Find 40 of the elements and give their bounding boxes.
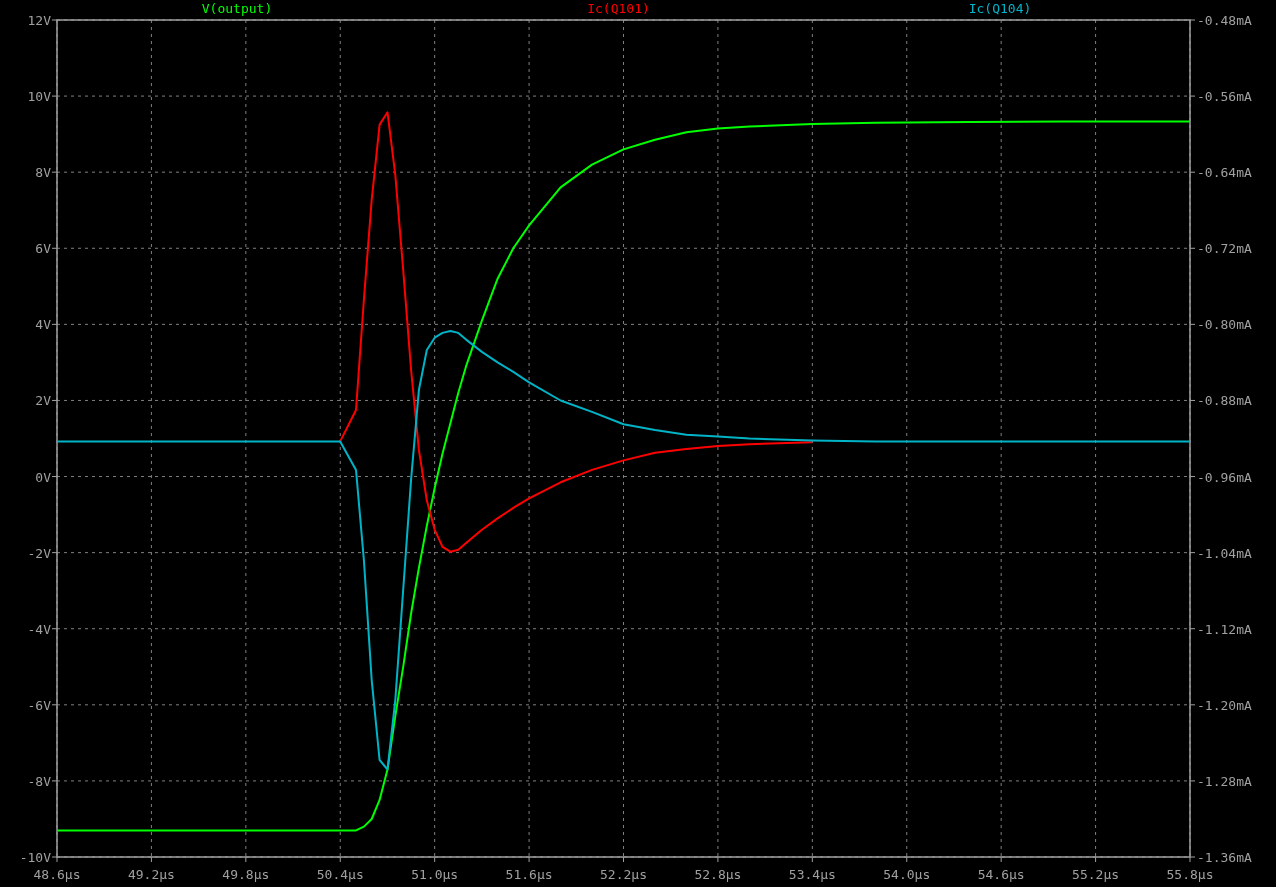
axis-tick-label: -0.64mA xyxy=(1197,165,1252,181)
axis-tick-label: -0.88mA xyxy=(1197,393,1252,409)
axis-tick-label: -6V xyxy=(27,697,51,713)
axis-tick-label: 54.0µs xyxy=(883,867,931,882)
axis-tick-label: -1.36mA xyxy=(1197,850,1252,865)
axis-tick-label: -0.56mA xyxy=(1197,89,1252,105)
axis-tick-label: 51.0µs xyxy=(411,867,459,882)
axis-tick-label: -1.12mA xyxy=(1197,621,1252,637)
axis-tick-label: 49.2µs xyxy=(127,867,175,882)
axis-tick-label: 10V xyxy=(27,89,51,105)
trace-label: Ic(Q104) xyxy=(968,1,1032,16)
axis-tick-label: 52.2µs xyxy=(600,867,647,882)
axis-tick-label: -8V xyxy=(27,773,51,789)
axis-tick-label: -10V xyxy=(19,850,51,865)
axis-tick-label: 6V xyxy=(35,241,51,257)
axis-tick-label: -1.04mA xyxy=(1197,545,1252,561)
trace-label: Ic(Q101) xyxy=(587,1,650,16)
axis-tick-label: 55.8µs xyxy=(1166,867,1214,882)
axis-tick-label: -0.48mA xyxy=(1197,13,1252,28)
axis-tick-label: 48.6µs xyxy=(33,867,81,882)
axis-tick-label: -0.96mA xyxy=(1197,469,1252,485)
axis-tick-label: 53.4µs xyxy=(788,867,836,882)
axis-tick-label: -0.80mA xyxy=(1197,317,1252,333)
axis-tick-label: 49.8µs xyxy=(222,867,270,882)
axis-tick-label: 0V xyxy=(35,469,51,485)
axis-tick-label: 55.2µs xyxy=(1072,867,1120,882)
axis-tick-label: 4V xyxy=(35,317,51,333)
axis-tick-label: 54.6µs xyxy=(977,867,1025,882)
axis-tick-label: 12V xyxy=(27,13,51,28)
axis-tick-label: -4V xyxy=(27,621,51,637)
trace-label: V(output) xyxy=(201,1,273,16)
axis-tick-label: 51.6µs xyxy=(505,867,553,882)
axis-tick-label: 52.8µs xyxy=(694,867,742,882)
axis-tick-label: 50.4µs xyxy=(316,867,364,882)
axis-tick-label: -2V xyxy=(27,545,51,561)
axis-tick-label: 2V xyxy=(35,393,51,409)
axis-tick-label: -0.72mA xyxy=(1197,241,1252,257)
axis-tick-label: -1.28mA xyxy=(1197,773,1252,789)
axis-tick-label: 8V xyxy=(35,165,51,181)
axis-tick-label: -1.20mA xyxy=(1197,697,1252,713)
